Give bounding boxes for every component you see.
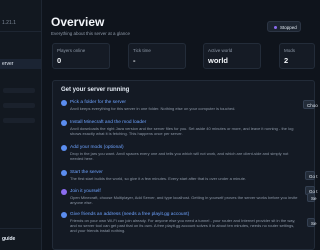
status-dot-icon — [274, 26, 277, 29]
stat-label: Active world — [208, 48, 233, 53]
step-title: Give friends an address (needs a free pl… — [70, 212, 190, 217]
sidebar-item-label: erver — [2, 61, 14, 67]
step-status-icon — [61, 100, 67, 106]
step-title: Add your mods (optional) — [70, 145, 124, 150]
step-status-icon — [61, 145, 67, 151]
page-title: Overview — [51, 15, 105, 29]
guide-label: guide — [2, 236, 16, 242]
setup-step: Give friends an address (needs a free pl… — [61, 212, 311, 242]
sidebar: 1.21.1 erver guide — [0, 0, 42, 250]
step-status-icon — [61, 212, 67, 218]
status-text: Stopped — [280, 24, 297, 30]
app-version: 1.21.1 — [2, 20, 16, 26]
sidebar-placeholder — [3, 88, 35, 93]
button-label: Choo — [307, 102, 318, 108]
stat-card-mods: Mods 2 — [279, 43, 315, 69]
sidebar-placeholder — [3, 103, 35, 108]
step-description: Drop in the jars you want. Anvil spaces … — [70, 151, 289, 161]
server-status-badge[interactable]: Stopped — [267, 21, 301, 32]
page-subtitle: Everything about this server at a glance — [51, 31, 131, 36]
setup-panel-title: Get your server running — [61, 87, 130, 93]
step-description: Friends on your own Wi-Fi can join alrea… — [70, 218, 296, 233]
see-how-button[interactable]: Se — [307, 193, 317, 202]
step-title: Join it yourself — [70, 189, 101, 194]
step-description: Anvil downloads the right Java version a… — [70, 126, 294, 136]
go-to-server-button[interactable]: Go t — [305, 171, 318, 180]
stat-card-players: Players online 0 — [52, 43, 110, 69]
stat-card-active-world: Active world world — [203, 43, 261, 69]
step-title: Install Minecraft and the mod loader — [70, 120, 147, 125]
step-status-icon — [61, 189, 67, 195]
sidebar-item-server[interactable]: erver — [0, 59, 41, 69]
setup-panel: Get your server running Pick a folder fo… — [52, 80, 315, 250]
button-label: Se — [311, 220, 317, 226]
setup-step: Add your mods (optional) Drop in the jar… — [61, 145, 311, 165]
button-label: Go t — [309, 173, 318, 179]
stat-value: 2 — [284, 56, 289, 65]
stat-value: - — [133, 56, 136, 65]
stat-label: Mods — [284, 48, 296, 53]
sidebar-divider — [0, 31, 41, 32]
sidebar-divider — [0, 228, 41, 229]
setup-step: Pick a folder for the server Anvil keeps… — [61, 100, 311, 116]
step-description: Anvil keeps everything for this server i… — [70, 106, 236, 111]
stat-value: 0 — [57, 56, 62, 65]
stat-value: world — [208, 56, 228, 65]
step-status-icon — [61, 170, 67, 176]
stat-label: Tick time — [133, 48, 151, 53]
sidebar-placeholder — [3, 118, 35, 123]
sidebar-guide-link[interactable]: guide — [0, 233, 41, 245]
step-status-icon — [61, 120, 67, 126]
step-title: Pick a folder for the server — [70, 100, 126, 105]
choose-folder-button[interactable]: Choo — [303, 100, 318, 109]
step-title: Start the server — [70, 170, 103, 175]
main-content: Overview Everything about this server at… — [41, 0, 318, 250]
step-description: Open Minecraft, choose Multiplayer, Add … — [70, 195, 298, 205]
button-label: Se — [311, 195, 317, 201]
setup-step: Join it yourself Open Minecraft, choose … — [61, 189, 311, 209]
stat-label: Players online — [57, 48, 86, 53]
stat-card-tick-time: Tick time - — [128, 43, 186, 69]
setup-step: Install Minecraft and the mod loader Anv… — [61, 120, 311, 142]
step-description: The first start builds the world, so giv… — [70, 176, 247, 181]
see-guide-button[interactable]: Se — [307, 218, 317, 227]
setup-step: Start the server The first start builds … — [61, 170, 311, 186]
